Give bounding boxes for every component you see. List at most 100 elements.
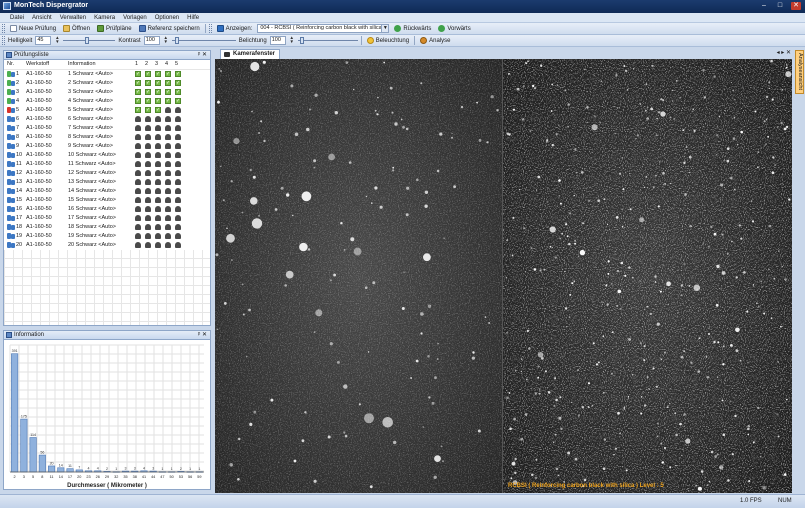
x-tick-label: 38 bbox=[133, 475, 137, 479]
table-row[interactable]: 13 A1-160-50 13 Schwarz <Auto> bbox=[4, 178, 210, 187]
new-test-button[interactable]: Neue Prüfung bbox=[8, 24, 58, 34]
test-status-icon bbox=[7, 71, 15, 77]
cell-nr: 16 bbox=[16, 206, 23, 212]
column-information[interactable]: Information bbox=[68, 61, 96, 67]
toolbar-grip[interactable] bbox=[208, 24, 212, 33]
camera-pending-icon bbox=[165, 188, 171, 194]
cell-material: A1-160-50 bbox=[26, 125, 52, 131]
table-row[interactable]: 14 A1-160-50 14 Schwarz <Auto> bbox=[4, 187, 210, 196]
cell-material: A1-160-50 bbox=[26, 107, 52, 113]
minimize-button[interactable]: – bbox=[759, 2, 769, 10]
open-button[interactable]: Öffnen bbox=[61, 24, 92, 34]
display-combo[interactable]: 004 - RCBSI ( Reinforcing carbon black w… bbox=[257, 24, 390, 33]
check-icon: ✓ bbox=[155, 98, 161, 104]
analysis-button[interactable]: Analyse bbox=[418, 36, 452, 46]
panel-pin-close[interactable]: ᵖ ✕ bbox=[198, 331, 207, 339]
column-2[interactable]: 2 bbox=[145, 61, 148, 67]
table-row[interactable]: 4 A1-160-50 4 Schwarz <Auto> ✓ ✓ ✓ ✓ ✓ bbox=[4, 97, 210, 106]
folder-icon bbox=[63, 25, 71, 32]
panel-pin-close[interactable]: ᵖ ✕ bbox=[198, 51, 207, 59]
table-row[interactable]: 18 A1-160-50 18 Schwarz <Auto> bbox=[4, 223, 210, 232]
menu-vorlagen[interactable]: Vorlagen bbox=[123, 15, 147, 21]
camera-image bbox=[215, 59, 792, 493]
column-material[interactable]: Werkstoff bbox=[26, 61, 49, 67]
table-row[interactable]: 16 A1-160-50 16 Schwarz <Auto> bbox=[4, 205, 210, 214]
table-row[interactable]: 2 A1-160-50 2 Schwarz <Auto> ✓ ✓ ✓ ✓ ✓ bbox=[4, 79, 210, 88]
x-tick-label: 44 bbox=[151, 475, 155, 479]
contrast-slider[interactable] bbox=[171, 36, 236, 45]
table-row[interactable]: 11 A1-160-50 11 Schwarz <Auto> bbox=[4, 160, 210, 169]
cell-info: 8 Schwarz <Auto> bbox=[68, 134, 113, 140]
table-row[interactable]: 9 A1-160-50 9 Schwarz <Auto> bbox=[4, 142, 210, 151]
bar-value-label: 11 bbox=[68, 464, 72, 468]
forward-button[interactable]: Vorwärts bbox=[436, 24, 472, 34]
histogram-bar bbox=[38, 454, 46, 473]
brightness-input[interactable]: 45 bbox=[35, 36, 52, 45]
column-3[interactable]: 3 bbox=[155, 61, 158, 67]
back-button[interactable]: Rückwärts bbox=[392, 24, 433, 34]
menu-optionen[interactable]: Optionen bbox=[155, 15, 179, 21]
table-row[interactable]: 10 A1-160-50 10 Schwarz <Auto> bbox=[4, 151, 210, 160]
camera-pending-icon bbox=[155, 125, 161, 131]
toolbar-grip[interactable] bbox=[2, 24, 5, 33]
exposure-spinner[interactable]: ▲ ▼ bbox=[289, 35, 295, 45]
histogram-bar bbox=[48, 465, 56, 473]
table-row[interactable]: 1 A1-160-50 1 Schwarz <Auto> ✓ ✓ ✓ ✓ ✓ bbox=[4, 70, 210, 79]
toolbar-grip[interactable] bbox=[2, 36, 5, 45]
table-row[interactable]: 3 A1-160-50 3 Schwarz <Auto> ✓ ✓ ✓ ✓ ✓ bbox=[4, 88, 210, 97]
tab-controls[interactable]: ◂ ▸ ✕ bbox=[777, 49, 791, 56]
bar-value-label: 4 bbox=[88, 466, 90, 470]
column-1[interactable]: 1 bbox=[135, 61, 138, 67]
side-tab-analysis-view[interactable]: Analyseansicht bbox=[795, 50, 804, 94]
test-status-icon bbox=[7, 188, 15, 194]
column-5[interactable]: 5 bbox=[175, 61, 178, 67]
lighting-button[interactable]: Beleuchtung bbox=[365, 36, 411, 46]
cell-nr: 4 bbox=[16, 98, 20, 104]
menu-kamera[interactable]: Kamera bbox=[94, 15, 115, 21]
exposure-input[interactable]: 100 bbox=[269, 36, 286, 45]
cell-material: A1-160-50 bbox=[26, 215, 52, 221]
bar-value-label: 391 bbox=[12, 349, 18, 353]
table-row[interactable]: 6 A1-160-50 6 Schwarz <Auto> bbox=[4, 115, 210, 124]
camera-pending-icon bbox=[155, 206, 161, 212]
column-nr[interactable]: Nr. bbox=[7, 61, 14, 67]
test-status-icon bbox=[7, 134, 15, 140]
menu-datei[interactable]: Datei bbox=[10, 15, 24, 21]
camera-pending-icon bbox=[155, 143, 161, 149]
test-plans-button[interactable]: Prüfpläne bbox=[95, 24, 134, 34]
table-row[interactable]: 7 A1-160-50 7 Schwarz <Auto> bbox=[4, 124, 210, 133]
menu-ansicht[interactable]: Ansicht bbox=[32, 15, 52, 21]
table-row[interactable]: 5 A1-160-50 5 Schwarz <Auto> ✓ ✓ ✓ bbox=[4, 106, 210, 115]
lighting-label: Beleuchtung bbox=[375, 37, 410, 44]
close-button[interactable]: ✕ bbox=[791, 2, 801, 10]
table-row[interactable]: 12 A1-160-50 12 Schwarz <Auto> bbox=[4, 169, 210, 178]
table-row[interactable]: 19 A1-160-50 19 Schwarz <Auto> bbox=[4, 232, 210, 241]
tab-camera-window[interactable]: Kamerafenster bbox=[220, 49, 281, 59]
brightness-spinner[interactable]: ▲ ▼ bbox=[54, 35, 60, 45]
camera-view[interactable]: RCBSI ( Reinforcing carbon black with si… bbox=[215, 59, 792, 493]
camera-pending-icon bbox=[135, 116, 141, 122]
table-row[interactable]: 15 A1-160-50 15 Schwarz <Auto> bbox=[4, 196, 210, 205]
table-row[interactable]: 17 A1-160-50 17 Schwarz <Auto> bbox=[4, 214, 210, 223]
cell-material: A1-160-50 bbox=[26, 71, 52, 77]
camera-pending-icon bbox=[135, 125, 141, 131]
camera-pending-icon bbox=[175, 197, 181, 203]
maximize-button[interactable]: □ bbox=[775, 2, 785, 10]
camera-pending-icon bbox=[165, 134, 171, 140]
analysis-icon bbox=[420, 37, 428, 44]
exposure-slider[interactable] bbox=[297, 36, 358, 45]
chevron-down-icon[interactable]: ▼ bbox=[381, 25, 389, 32]
table-row[interactable]: 8 A1-160-50 8 Schwarz <Auto> bbox=[4, 133, 210, 142]
cell-info: 13 Schwarz <Auto> bbox=[68, 179, 117, 185]
save-reference-button[interactable]: Referenz speichern bbox=[137, 24, 202, 34]
contrast-spinner[interactable]: ▲ ▼ bbox=[163, 35, 169, 45]
info-panel-title: Information bbox=[14, 332, 45, 338]
camera-icon bbox=[224, 52, 230, 57]
camera-pending-icon bbox=[165, 125, 171, 131]
column-4[interactable]: 4 bbox=[165, 61, 168, 67]
brightness-slider[interactable] bbox=[63, 36, 116, 45]
menu-verwalten[interactable]: Verwalten bbox=[60, 15, 86, 21]
menu-hilfe[interactable]: Hilfe bbox=[187, 15, 199, 21]
contrast-input[interactable]: 100 bbox=[143, 36, 160, 45]
table-row[interactable]: 20 A1-160-50 20 Schwarz <Auto> bbox=[4, 241, 210, 250]
